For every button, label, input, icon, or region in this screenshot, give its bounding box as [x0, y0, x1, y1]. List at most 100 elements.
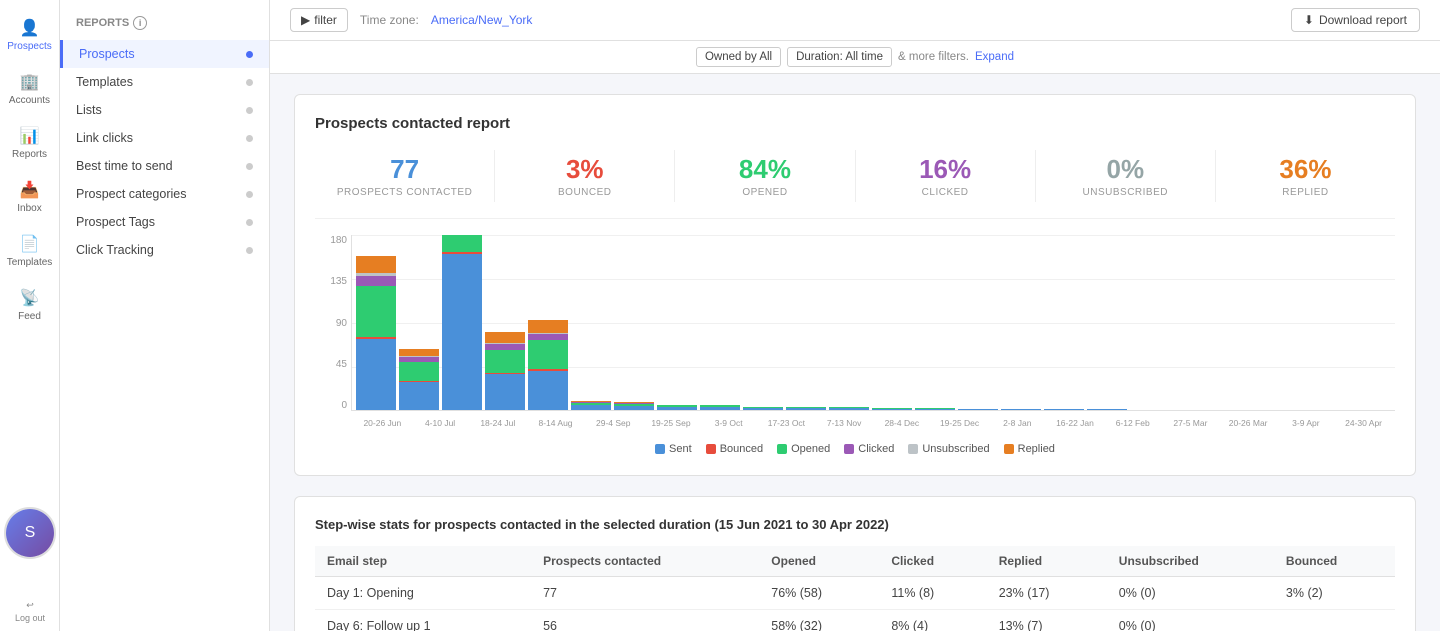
reports-info-icon[interactable]: i — [133, 16, 147, 30]
legend-item: Opened — [777, 443, 830, 455]
bar-group — [442, 235, 482, 410]
legend-label: Clicked — [858, 443, 894, 455]
bar-segment-opened — [356, 286, 396, 338]
legend-label: Replied — [1018, 443, 1055, 455]
sidebar-item-lists[interactable]: Lists — [60, 96, 269, 124]
bar-segment-opened — [442, 235, 482, 251]
table-cell: 77 — [531, 577, 759, 610]
table-cell: 0% (0) — [1107, 610, 1274, 631]
table-cell: 76% (58) — [759, 577, 879, 610]
sidebar-dot-templates — [246, 79, 253, 86]
sidebar-item-link-clicks[interactable]: Link clicks — [60, 124, 269, 152]
table-cell: 0% (0) — [1107, 577, 1274, 610]
avatar: S — [6, 509, 54, 557]
nav-item-prospects[interactable]: 👤 Prospects — [0, 10, 59, 60]
col-bounced: Bounced — [1274, 546, 1395, 577]
col-unsubscribed: Unsubscribed — [1107, 546, 1274, 577]
nav-label-feed: Feed — [18, 311, 41, 322]
nav-item-accounts[interactable]: 🏢 Accounts — [0, 64, 59, 114]
nav-label-reports: Reports — [12, 149, 47, 160]
nav-item-templates[interactable]: 📄 Templates — [0, 226, 59, 276]
col-prospects-contacted: Prospects contacted — [531, 546, 759, 577]
nav-item-reports[interactable]: 📊 Reports — [0, 118, 59, 168]
x-axis-label: 3-9 Apr — [1279, 418, 1334, 428]
nav-label-prospects: Prospects — [7, 41, 51, 52]
nav-label-accounts: Accounts — [9, 95, 50, 106]
content-area: Prospects contacted report 77 PROSPECTS … — [270, 74, 1440, 631]
sidebar-item-best-time[interactable]: Best time to send — [60, 152, 269, 180]
bar-group — [614, 402, 654, 410]
bar-segment-sent — [1087, 409, 1127, 410]
owned-by-tag[interactable]: Owned by All — [696, 47, 781, 67]
table-cell: Day 6: Follow up 1 — [315, 610, 531, 631]
table-cell: Day 1: Opening — [315, 577, 531, 610]
bar-segment-sent — [786, 408, 826, 410]
legend-item: Clicked — [844, 443, 894, 455]
legend-color — [1004, 444, 1014, 454]
table-cell: 58% (32) — [759, 610, 879, 631]
logout-label: Log out — [15, 613, 45, 623]
stepwise-table: Email step Prospects contacted Opened Cl… — [315, 546, 1395, 631]
legend-item: Unsubscribed — [908, 443, 989, 455]
expand-link[interactable]: Expand — [975, 51, 1014, 63]
chart-bars-area — [351, 235, 1395, 411]
nav-item-inbox[interactable]: 📥 Inbox — [0, 172, 59, 222]
table-row: Day 1: Opening7776% (58)11% (8)23% (17)0… — [315, 577, 1395, 610]
table-cell — [1274, 610, 1395, 631]
stat-value-clicked: 16% — [856, 154, 1035, 185]
nav-item-feed[interactable]: 📡 Feed — [0, 280, 59, 330]
legend-color — [777, 444, 787, 454]
bar-segment-sent — [614, 406, 654, 410]
legend-label: Sent — [669, 443, 692, 455]
legend-label: Opened — [791, 443, 830, 455]
x-axis-label: 27-5 Mar — [1163, 418, 1218, 428]
sidebar-item-prospects[interactable]: Prospects — [60, 40, 269, 68]
filter-button[interactable]: ▶ filter — [290, 8, 348, 32]
timezone-value[interactable]: America/New_York — [431, 13, 533, 27]
report-title: Prospects contacted report — [315, 115, 1395, 132]
sidebar-item-prospect-categories[interactable]: Prospect categories — [60, 180, 269, 208]
bar-segment-replied — [399, 349, 439, 357]
sidebar-dot-prospects — [246, 51, 253, 58]
table-header-row: Email step Prospects contacted Opened Cl… — [315, 546, 1395, 577]
bar-group — [743, 407, 783, 410]
sidebar-dot-categories — [246, 191, 253, 198]
bar-segment-sent — [872, 409, 912, 410]
legend-color — [655, 444, 665, 454]
reports-icon: 📊 — [20, 126, 40, 146]
sidebar-item-click-tracking[interactable]: Click Tracking — [60, 236, 269, 264]
x-axis-label: 2-8 Jan — [990, 418, 1045, 428]
bar-group — [657, 405, 697, 411]
sidebar-item-templates[interactable]: Templates — [60, 68, 269, 96]
bar-segment-sent — [1044, 409, 1084, 410]
stat-value-contacted: 77 — [315, 154, 494, 185]
bar-group — [872, 408, 912, 410]
bar-group — [356, 256, 396, 410]
legend-item: Replied — [1004, 443, 1055, 455]
bar-segment-opened — [399, 362, 439, 381]
table-cell: 13% (7) — [987, 610, 1107, 631]
main-content: ▶ filter Time zone: America/New_York ⬇ D… — [270, 0, 1440, 631]
stat-label-unsubscribed: UNSUBSCRIBED — [1036, 187, 1215, 198]
logout-button[interactable]: ↩ Log out — [0, 600, 60, 623]
bar-segment-clicked — [356, 276, 396, 285]
table-cell: 11% (8) — [879, 577, 986, 610]
bar-segment-sent — [657, 407, 697, 410]
col-email-step: Email step — [315, 546, 531, 577]
legend-label: Bounced — [720, 443, 763, 455]
stat-replied: 36% REPLIED — [1216, 150, 1395, 202]
duration-tag[interactable]: Duration: All time — [787, 47, 892, 67]
bar-group — [915, 408, 955, 410]
prospects-icon: 👤 — [20, 18, 40, 38]
download-report-button[interactable]: ⬇ Download report — [1291, 8, 1420, 32]
stat-label-replied: REPLIED — [1216, 187, 1395, 198]
legend-color — [844, 444, 854, 454]
sidebar-item-prospect-tags[interactable]: Prospect Tags — [60, 208, 269, 236]
bar-segment-replied — [485, 332, 525, 343]
bar-segment-sent — [915, 409, 955, 410]
bar-group — [700, 405, 740, 411]
x-axis-label: 19-25 Sep — [644, 418, 699, 428]
bar-segment-clicked — [528, 334, 568, 341]
bar-group — [1044, 409, 1084, 410]
table-cell: 56 — [531, 610, 759, 631]
